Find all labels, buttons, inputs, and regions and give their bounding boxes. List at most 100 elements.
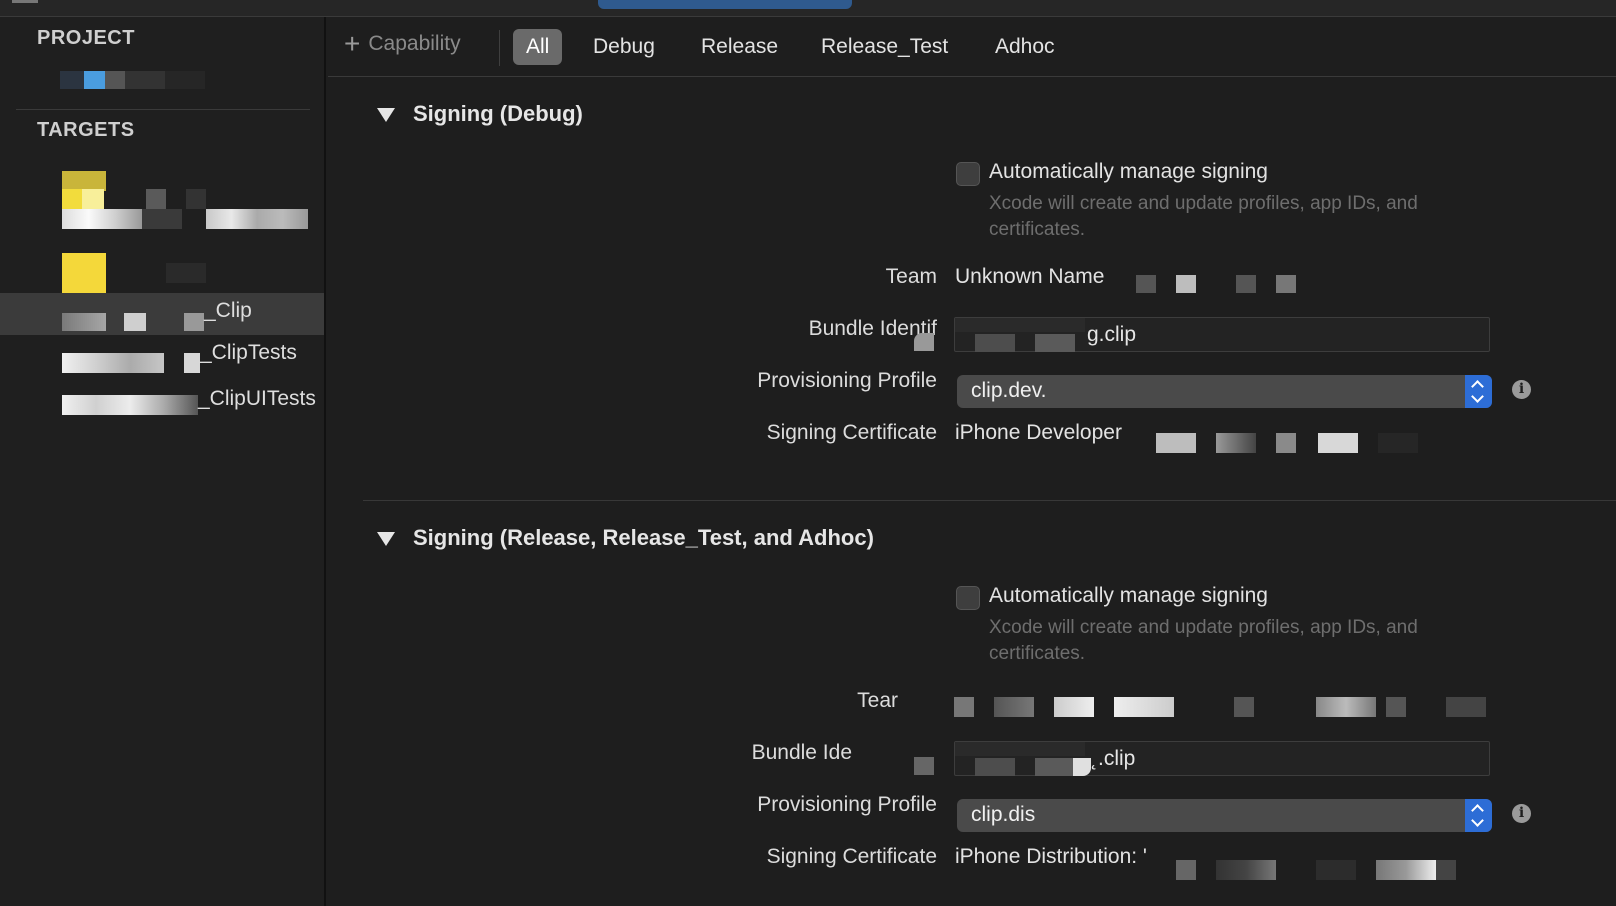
tab-release-test[interactable]: Release_Test [808,29,961,65]
bundle-identifier-field[interactable]: ˛.clip [954,741,1490,776]
redacted-pixel [165,71,205,89]
auto-manage-signing-label: Automatically manage signing [989,160,1268,183]
redacted-pixel [62,313,106,331]
redacted-pixel [1035,758,1075,776]
auto-manage-signing-checkbox-debug[interactable] [956,162,980,186]
redacted-pixel [84,71,105,89]
tab-all[interactable]: All [513,29,563,65]
team-label: Tear [857,689,898,712]
redacted-pixel [1378,433,1418,453]
redacted-pixel [975,334,1015,352]
signing-certificate-value[interactable]: iPhone Developer [955,421,1122,445]
redacted-pixel [1436,860,1456,880]
provisioning-profile-label: Provisioning Profile [757,369,937,392]
bundle-identifier-value: ˛.clip [1091,747,1136,770]
signing-editor: + Capability All Debug Release Release_T… [328,17,1616,906]
auto-manage-help-text: Xcode will create and update profiles, a… [989,193,1418,240]
redacted-pixel [914,333,934,351]
redacted-pixel [1114,697,1174,717]
target-row[interactable]: _ClipUITests [0,385,324,427]
target-label: _Clip [204,299,252,322]
target-row[interactable] [0,153,324,209]
redacted-pixel [1446,697,1486,717]
popup-chevron-icon [1465,375,1492,408]
tab-adhoc[interactable]: Adhoc [982,29,1068,65]
plus-icon: + [344,28,361,59]
provisioning-profile-value: clip.dev. [971,379,1047,402]
redacted-pixel [994,697,1034,717]
targets-header: TARGETS [37,119,135,141]
redacted-pixel [1176,860,1196,880]
redacted-pixel [125,71,165,89]
redacted-pixel [955,318,1085,332]
redacted-pixel [1216,433,1256,453]
redacted-pixel [206,209,308,229]
target-label: _ClipTests [200,341,297,364]
team-value[interactable]: Unknown Name [955,265,1104,289]
redacted-pixel [184,313,204,331]
bundle-identifier-label: Bundle Identif [808,317,937,340]
target-label: _ClipUITests [198,387,316,410]
section-divider [363,500,1616,501]
target-row[interactable] [0,249,324,293]
provisioning-profile-popup[interactable]: clip.dis [957,799,1492,832]
redacted-pixel [1316,697,1376,717]
bundle-identifier-value: g.clip [1087,323,1137,346]
capabilities-toolbar: + Capability All Debug Release Release_T… [328,17,1616,77]
signing-debug-title: Signing (Debug) [413,101,583,126]
redacted-pixel [105,71,125,89]
add-capability-label: Capability [368,32,461,55]
tab-release[interactable]: Release [688,29,791,65]
team-label: Team [885,265,937,288]
redacted-pixel [1234,697,1254,717]
popup-chevron-icon [1465,799,1492,832]
redacted-pixel [62,353,164,373]
redacted-pixel [1276,275,1296,293]
redacted-pixel [1236,275,1256,293]
provisioning-profile-label: Provisioning Profile [757,793,937,816]
disclosure-triangle-icon[interactable] [377,532,395,546]
signing-certificate-label: Signing Certificate [766,421,937,444]
bundle-identifier-field[interactable]: g.clip [954,317,1490,352]
auto-manage-signing-checkbox-release[interactable] [956,586,980,610]
redacted-pixel [1136,275,1156,293]
redacted-pixel [955,742,1085,756]
redacted-pixel [954,697,974,717]
redacted-pixel [142,209,182,229]
redacted-pixel [62,395,198,415]
redacted-pixel [1276,433,1296,453]
redacted-pixel [975,758,1015,776]
target-row-selected[interactable]: _Clip [0,293,324,335]
signing-certificate-label: Signing Certificate [766,845,937,868]
window-corner-control[interactable] [12,0,38,3]
app-icon [62,253,106,293]
redacted-pixel [1073,758,1091,776]
info-icon[interactable]: i [1512,380,1531,399]
redacted-pixel [1318,433,1358,453]
tab-debug[interactable]: Debug [580,29,668,65]
redacted-pixel [1376,860,1436,880]
redacted-pixel [1054,697,1094,717]
redacted-pixel [1216,860,1276,880]
redacted-pixel [62,209,142,229]
target-row[interactable] [0,197,324,239]
provisioning-profile-popup[interactable]: clip.dev. [957,375,1492,408]
info-icon[interactable]: i [1512,804,1531,823]
active-editor-tab[interactable] [598,0,852,9]
project-item[interactable] [60,69,210,91]
add-capability-button[interactable]: + Capability [344,28,461,59]
project-navigator-sidebar: PROJECT TARGETS _Clip _ClipTests _ClipUI… [0,17,326,906]
project-header: PROJECT [37,27,135,49]
redacted-pixel [1316,860,1356,880]
redacted-pixel [166,263,206,283]
disclosure-triangle-icon[interactable] [377,108,395,122]
target-row[interactable]: _ClipTests [0,339,324,381]
redacted-pixel [1386,697,1406,717]
provisioning-profile-value: clip.dis [971,803,1036,826]
auto-manage-help-text: Xcode will create and update profiles, a… [989,617,1418,664]
sidebar-divider [16,109,310,110]
redacted-pixel [184,353,200,373]
signing-certificate-value[interactable]: iPhone Distribution: ' [955,845,1147,869]
redacted-pixel [1176,275,1196,293]
project-icon [60,71,84,89]
